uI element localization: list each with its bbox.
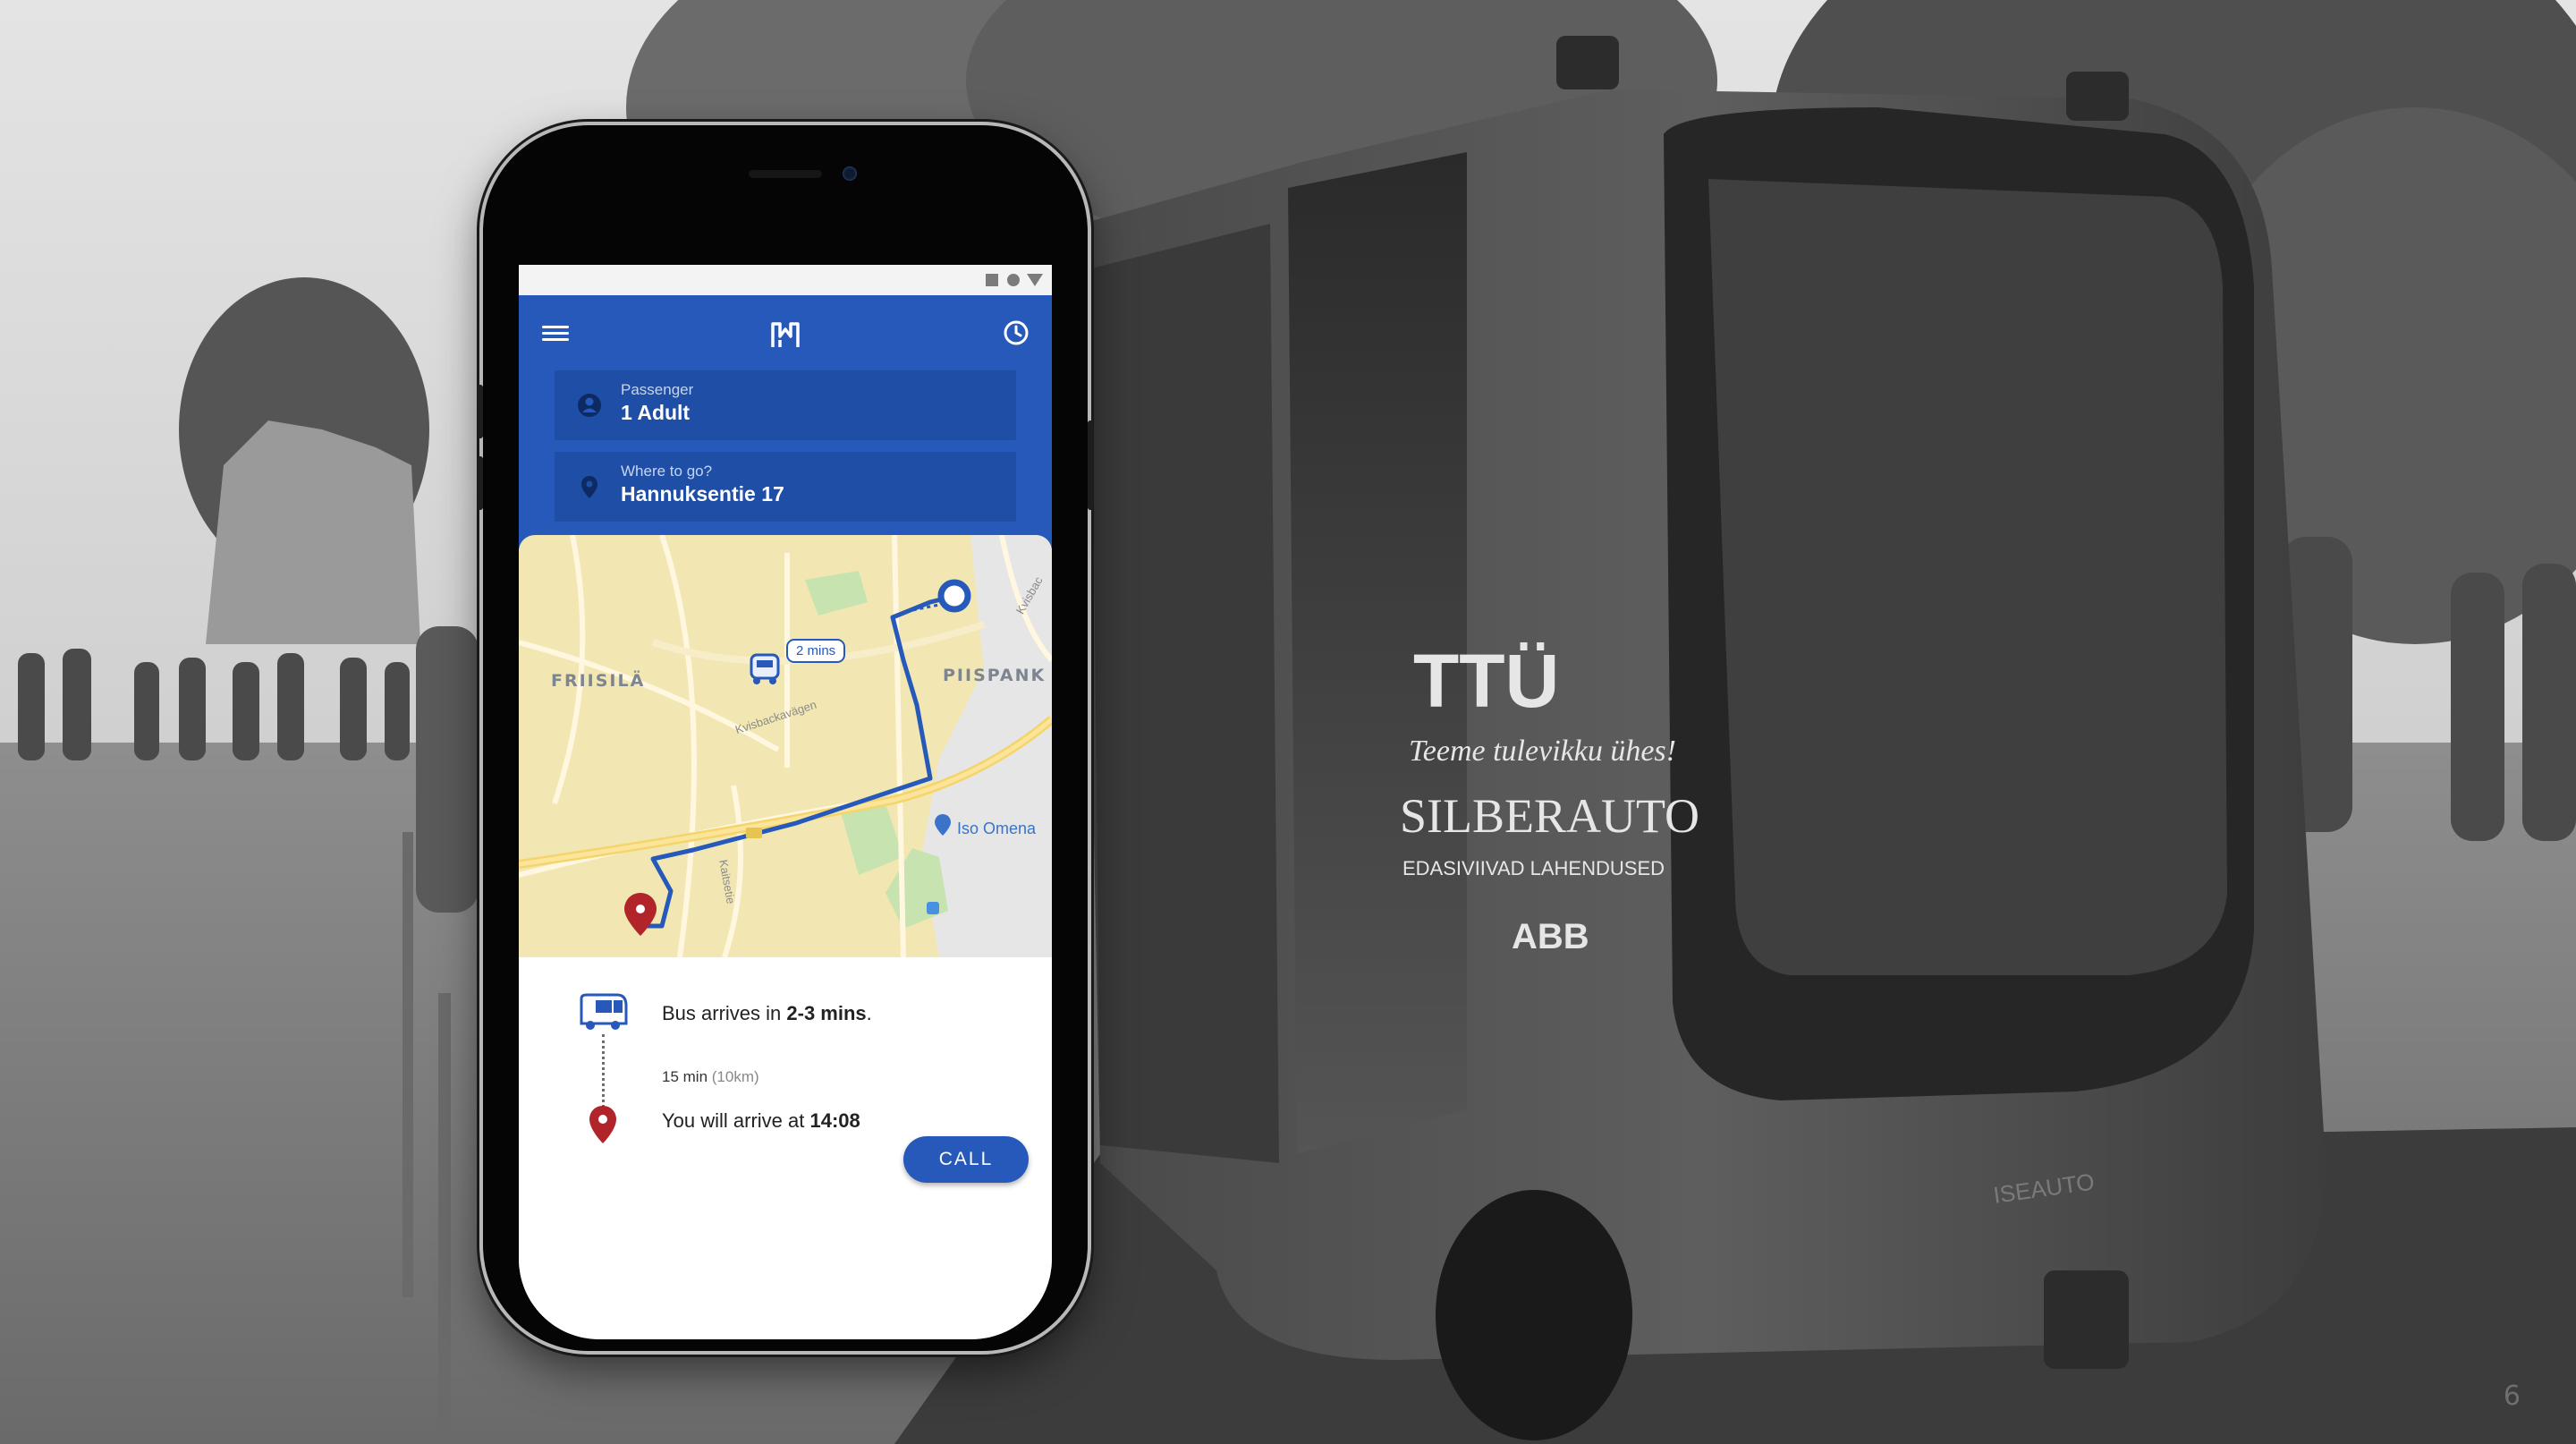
eta-chip: 2 mins — [786, 639, 846, 663]
circle-icon — [1007, 274, 1020, 286]
power-button — [1088, 420, 1093, 510]
person-icon — [578, 394, 601, 417]
silberauto-logo: SILBERAUTO — [1400, 789, 1699, 843]
route-dots — [602, 1034, 605, 1108]
area-label-piispank: PIISPANK — [943, 666, 1046, 685]
phone-camera — [843, 166, 857, 181]
destination-pin-icon — [589, 1106, 616, 1143]
trip-duration: 15 min (10km) — [662, 1068, 759, 1085]
square-icon — [986, 274, 998, 286]
app-header: Passenger 1 Adult Where to go? Hannuksen… — [519, 295, 1052, 549]
poi-label: Iso Omena — [957, 820, 1037, 837]
passenger-value: 1 Adult — [621, 401, 691, 424]
trip-panel: Bus arrives in 2-3 mins. 15 min (10km) Y… — [519, 957, 1052, 1339]
ruins — [206, 420, 420, 644]
passenger-label: Passenger — [621, 381, 694, 398]
transit-icon — [927, 902, 939, 914]
triangle-icon — [1027, 274, 1043, 286]
bus-location-icon — [750, 653, 780, 684]
bus-icon — [580, 993, 628, 1030]
app-logo-icon — [771, 322, 800, 347]
arrival-time-text: You will arrive at 14:08 — [662, 1109, 860, 1132]
destination-label: Where to go? — [621, 463, 713, 480]
route-map[interactable]: FRIISILÄ PIISPANK 2 mins Iso Omena Kvisb… — [519, 535, 1052, 957]
ttu-logo: TTÜ — [1413, 639, 1559, 723]
volume-up-button — [478, 385, 483, 438]
map-canvas — [519, 535, 1052, 957]
bus-arrival-text: Bus arrives in 2-3 mins. — [662, 1002, 872, 1024]
volume-down-button — [478, 456, 483, 510]
ttu-slogan: Teeme tulevikku ühes! — [1409, 735, 1676, 768]
background-photo: TTÜ Teeme tulevikku ühes! SILBERAUTO EDA… — [0, 0, 2576, 1444]
hamburger-menu-icon[interactable] — [542, 322, 569, 344]
status-bar — [519, 265, 1052, 295]
phone-speaker — [749, 170, 822, 178]
road-shield-icon — [746, 828, 762, 838]
park — [805, 571, 868, 616]
park — [841, 803, 903, 875]
abb-logo: ABB — [1512, 917, 1589, 956]
call-button[interactable]: CALL — [903, 1136, 1029, 1183]
destination-value: Hannuksentie 17 — [621, 482, 784, 505]
silberauto-tagline: EDASIVIIVAD LAHENDUSED — [1402, 857, 1665, 879]
phone-mockup: Passenger 1 Adult Where to go? Hannuksen… — [478, 125, 1093, 1351]
destination-field[interactable]: Where to go? Hannuksentie 17 — [555, 452, 1016, 522]
slide-number: 6 — [2503, 1380, 2521, 1412]
origin-marker-icon — [937, 579, 971, 613]
clock-icon[interactable] — [1002, 319, 1030, 347]
passenger-field[interactable]: Passenger 1 Adult — [555, 370, 1016, 440]
location-pin-icon — [581, 476, 597, 498]
destination-pin-icon — [624, 893, 657, 936]
area-label-friisila: FRIISILÄ — [551, 671, 646, 691]
app-screen: Passenger 1 Adult Where to go? Hannuksen… — [519, 265, 1052, 1339]
autonomous-bus — [1082, 36, 2326, 1440]
